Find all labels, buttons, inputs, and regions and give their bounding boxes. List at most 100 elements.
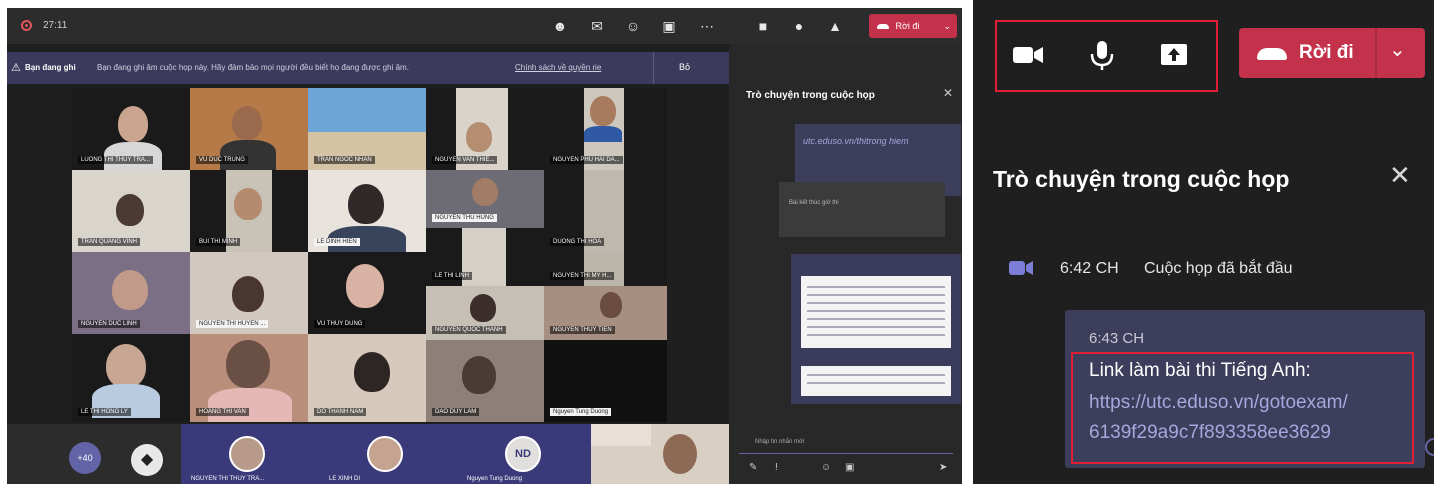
reactions-icon[interactable]: ☺	[623, 16, 643, 36]
video-tile[interactable]: TRAN NGOC NHAN	[308, 88, 426, 170]
participant-name: NGUYEN VAN THIE...	[432, 156, 498, 164]
participant-name: NGUYEN THI MY H...	[550, 272, 615, 280]
attendee-tile[interactable]: ND Nguyen Tung Duong	[457, 424, 595, 484]
video-tile[interactable]: DAO DUY LAM	[426, 340, 544, 422]
participant-name: LUONG THI THUY TRA...	[78, 156, 153, 164]
video-tile[interactable]: LE THI LINH	[426, 228, 544, 286]
attendee-tile[interactable]: NGUYEN THI THUY TRA...	[181, 424, 319, 484]
exam-link[interactable]: https://utc.eduso.vn/gotoexam/	[1089, 392, 1348, 414]
gif-icon[interactable]: ▣	[845, 462, 854, 473]
rooms-icon[interactable]: ▣	[659, 16, 679, 36]
video-tile[interactable]: LE DINH HIEN	[308, 170, 426, 252]
scroll-indicator-icon[interactable]	[1425, 438, 1434, 456]
participant-name: TRAN QUANG VINH	[78, 238, 141, 246]
share-screen-icon[interactable]	[1157, 38, 1191, 72]
participant-name: DO THANH NAM	[314, 408, 367, 416]
leave-button[interactable]: Rời đi ⌄	[1239, 28, 1425, 78]
format-icon[interactable]: ✎	[749, 462, 757, 473]
attendee-strip: +40 ◆ NGUYEN THI THUY TRA... LE XINH DI …	[7, 424, 729, 484]
video-tile[interactable]: DUONG THI HOA	[544, 170, 667, 252]
participants-icon[interactable]: ☻	[550, 16, 570, 36]
more-options-icon[interactable]: ⋯	[697, 16, 717, 36]
leave-label: Rời đi	[1299, 42, 1354, 63]
video-tile[interactable]: LUONG THI THUY TRA...	[72, 88, 190, 170]
video-tile[interactable]: VU DUC TRUNG	[190, 88, 308, 170]
chevron-down-icon[interactable]: ⌄	[943, 14, 951, 38]
exam-link-continued[interactable]: 6139f29a9c7f893358ee3629	[1089, 422, 1331, 444]
meeting-timer: 27:11	[43, 20, 68, 31]
compose-box[interactable]: Nhập tin nhắn mới	[739, 434, 953, 454]
send-icon[interactable]: ➤	[939, 462, 947, 473]
video-tile[interactable]: Nguyen Tung Duong	[544, 340, 667, 422]
camera-icon[interactable]: ■	[753, 16, 773, 36]
video-tile[interactable]: NGUYEN DUC LINH	[72, 252, 190, 334]
warning-icon: ⚠	[11, 62, 21, 74]
highlighted-controls	[995, 20, 1218, 92]
participant-name: NGUYEN DUC LINH	[78, 320, 140, 328]
camera-icon[interactable]	[1011, 38, 1045, 72]
compose-placeholder: Nhập tin nhắn mới	[755, 439, 805, 445]
video-tile[interactable]: NGUYEN THI HUYEN ...	[190, 252, 308, 334]
participant-name: NGUYEN QUOC THANH	[432, 326, 506, 334]
more-participants-button[interactable]: +40	[69, 442, 101, 474]
video-tile[interactable]: DO THANH NAM	[308, 334, 426, 422]
attach-icon[interactable]: !	[775, 462, 778, 473]
chevron-down-icon[interactable]: ⌄	[1389, 37, 1406, 62]
chat-message: 6:43 CH Link làm bài thi Tiếng Anh: http…	[1065, 310, 1425, 468]
chat-icon[interactable]: ✉	[587, 16, 607, 36]
recording-banner: ⚠ Bạn đang ghi Bạn đang ghi âm cuộc họp …	[7, 52, 729, 84]
attendee-name: Nguyen Tung Duong	[467, 476, 523, 482]
video-tile[interactable]: NGUYEN VAN THIE...	[426, 88, 544, 170]
self-video-tile[interactable]	[591, 424, 729, 484]
attendee-name: NGUYEN THI THUY TRA...	[191, 476, 265, 482]
meeting-start-time: 6:42 CH	[1060, 260, 1119, 277]
attendee-tile[interactable]: LE XINH DI	[319, 424, 457, 484]
privacy-policy-link[interactable]: Chính sách về quyền rie	[515, 63, 601, 72]
chat-message: Bài kết thúc giờ thi	[779, 182, 945, 237]
video-tile[interactable]: TRAN QUANG VINH	[72, 170, 190, 252]
participant-name: LE DINH HIEN	[314, 238, 360, 246]
dismiss-button[interactable]: Bỏ	[679, 62, 690, 72]
message-text: Link làm bài thi Tiếng Anh:	[1089, 360, 1311, 381]
video-grid: LUONG THI THUY TRA... VU DUC TRUNG TRAN …	[72, 88, 667, 422]
video-tile[interactable]: BUI THI MINH	[190, 170, 308, 252]
video-tile[interactable]: NGUYEN THU HUNG	[426, 170, 544, 228]
message-text: Bài kết thúc giờ thi	[789, 200, 839, 206]
video-tile[interactable]: LE THI HONG LY	[72, 334, 190, 422]
video-tile[interactable]: VU THUY DUNG	[308, 252, 426, 334]
participant-name: VU DUC TRUNG	[196, 156, 248, 164]
video-tile[interactable]: HOANG THI VAN	[190, 334, 308, 422]
share-screen-icon[interactable]: ▲	[825, 16, 845, 36]
close-icon[interactable]: ✕	[943, 86, 953, 100]
video-tile[interactable]: NGUYEN THI MY H...	[544, 252, 667, 286]
video-tile[interactable]: NGUYEN QUOC THANH	[426, 286, 544, 340]
participant-name: DAO DUY LAM	[432, 408, 480, 416]
mic-icon[interactable]: ●	[789, 16, 809, 36]
spreadsheet-image	[801, 366, 951, 396]
meeting-video-icon	[1009, 261, 1033, 275]
avatar	[229, 436, 265, 472]
screenshot-composite: 27:11 ☻ ✉ ☺ ▣ ⋯ ■ ● ▲ Rời đi ⌄ ⚠ Bạn đan…	[0, 0, 1441, 484]
chat-panel-small: Trò chuyện trong cuộc họp ✕ utc.eduso.vn…	[729, 44, 962, 484]
participant-name: TRAN NGOC NHAN	[314, 156, 375, 164]
banner-divider	[653, 52, 654, 84]
banner-text: Bạn đang ghi âm cuộc họp này. Hãy đảm bả…	[97, 63, 409, 72]
participant-name: DUONG THI HOA	[550, 238, 605, 246]
emoji-icon[interactable]: ☺	[821, 462, 831, 473]
hang-up-icon	[1257, 48, 1287, 60]
message-link[interactable]: utc.eduso.vn/thitrong hiem	[803, 134, 953, 148]
close-icon[interactable]: ✕	[1389, 160, 1411, 191]
leave-button-small[interactable]: Rời đi ⌄	[869, 14, 957, 38]
avatar: ND	[505, 436, 541, 472]
compose-toolbar: ✎ ! ☺ ▣ ➤	[749, 462, 959, 476]
avatar	[367, 436, 403, 472]
leave-label: Rời đi	[895, 21, 920, 31]
chat-image-message[interactable]	[791, 254, 961, 404]
share-content-icon[interactable]: ◆	[131, 444, 163, 476]
participant-name: NGUYEN THUY TIEN	[550, 326, 615, 334]
video-tile[interactable]: NGUYEN PHU HAI DA...	[544, 88, 667, 170]
video-tile[interactable]: NGUYEN THUY TIEN	[544, 286, 667, 340]
mic-icon[interactable]	[1085, 38, 1119, 72]
hang-up-icon	[877, 24, 889, 30]
participant-name: VU THUY DUNG	[314, 320, 366, 328]
